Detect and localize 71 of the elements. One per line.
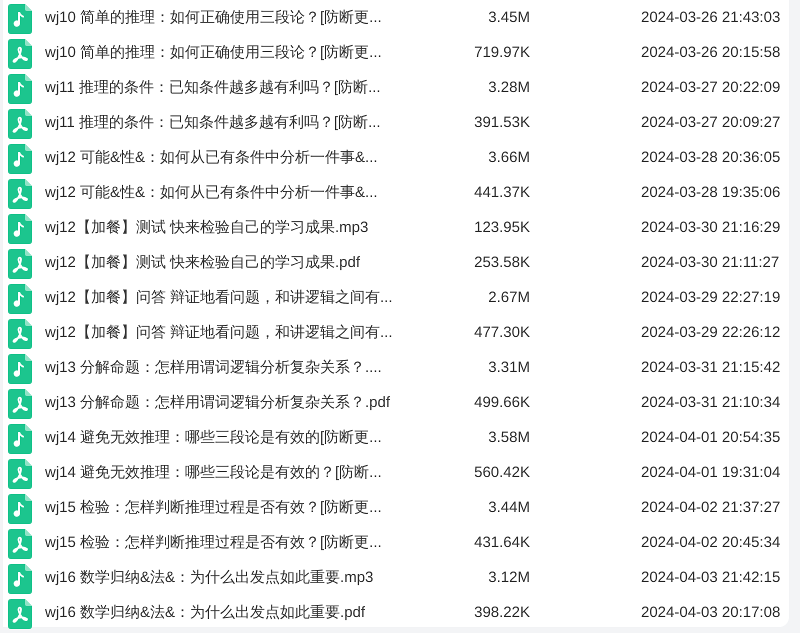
file-name[interactable]: wj11 推理的条件：已知条件越多越有利吗？[防断... (45, 79, 381, 96)
modified-date: 2024-03-29 22:27:19 (641, 288, 780, 308)
modified-date: 2024-04-01 20:54:35 (641, 428, 780, 448)
file-name[interactable]: wj13 分解命题：怎样用谓词逻辑分析复杂关系？.pdf (45, 394, 390, 412)
file-size: 398.22K (474, 604, 530, 622)
pdf-file-icon (8, 248, 32, 278)
file-name[interactable]: wj12 可能&性&：如何从已有条件中分析一件事&... (45, 149, 378, 166)
file-name[interactable]: wj16 数学归纳&法&：为什么出发点如此重要.mp3 (45, 569, 374, 586)
modified-date: 2024-03-26 21:43:03 (641, 8, 780, 28)
file-name[interactable]: wj10 简单的推理：如何正确使用三段论？[防断更... (45, 44, 382, 62)
file-name[interactable]: wj12【加餐】测试 快来检验自己的学习成果.mp3 (45, 219, 368, 236)
audio-file-icon (8, 74, 32, 104)
pdf-file-icon (8, 178, 32, 208)
modified-date: 2024-03-27 20:09:27 (641, 113, 780, 134)
modified-date: 2024-03-30 21:16:29 (641, 218, 780, 238)
pdf-file-icon (8, 318, 32, 348)
pdf-file-icon (8, 108, 32, 138)
file-size: 3.45M (488, 9, 530, 26)
file-name[interactable]: wj12 可能&性&：如何从已有条件中分析一件事&... (45, 184, 378, 202)
pdf-file-icon (8, 388, 32, 418)
file-size: 441.37K (474, 184, 530, 202)
file-size: 3.58M (488, 429, 530, 446)
modified-date: 2024-03-31 21:15:42 (641, 358, 780, 378)
audio-file-icon (8, 564, 32, 594)
file-size: 3.66M (488, 149, 530, 166)
file-name[interactable]: wj16 数学归纳&法&：为什么出发点如此重要.pdf (45, 604, 366, 622)
audio-file-icon (8, 284, 32, 314)
audio-file-icon (8, 144, 32, 174)
file-name[interactable]: wj15 检验：怎样判断推理过程是否有效？[防断更... (45, 499, 382, 516)
file-size: 3.31M (488, 359, 530, 376)
file-name[interactable]: wj14 避免无效推理：哪些三段论是有效的？[防断... (45, 464, 382, 482)
modified-date: 2024-03-30 21:11:27 (641, 253, 780, 274)
modified-date: 2024-04-02 21:37:27 (641, 498, 780, 518)
audio-file-icon (8, 354, 32, 384)
file-size: 123.95K (474, 219, 530, 236)
file-name[interactable]: wj15 检验：怎样判断推理过程是否有效？[防断更... (45, 534, 382, 552)
modified-date: 2024-03-31 21:10:34 (641, 393, 780, 414)
audio-file-icon (8, 424, 32, 454)
file-size: 391.53K (474, 114, 530, 132)
file-name[interactable]: wj13 分解命题：怎样用谓词逻辑分析复杂关系？.... (45, 359, 382, 376)
file-name[interactable]: wj12【加餐】问答 辩证地看问题，和讲逻辑之间有... (45, 289, 393, 306)
modified-date: 2024-03-29 22:26:12 (641, 323, 780, 344)
file-size: 3.12M (488, 569, 530, 586)
file-size: 719.97K (474, 44, 530, 62)
file-size: 499.66K (474, 394, 530, 412)
file-name[interactable]: wj11 推理的条件：已知条件越多越有利吗？[防断... (45, 114, 381, 132)
file-name[interactable]: wj12【加餐】问答 辩证地看问题，和讲逻辑之间有... (45, 324, 393, 342)
file-size: 2.67M (488, 289, 530, 306)
file-name[interactable]: wj14 避免无效推理：哪些三段论是有效的[防断更... (45, 429, 382, 446)
audio-file-icon (8, 214, 32, 244)
modified-date: 2024-04-01 19:31:04 (641, 463, 780, 484)
modified-date: 2024-03-28 20:36:05 (641, 148, 780, 168)
audio-file-icon (8, 4, 32, 34)
modified-date: 2024-04-03 21:42:15 (641, 568, 780, 588)
file-size: 253.58K (474, 254, 530, 272)
file-name[interactable]: wj10 简单的推理：如何正确使用三段论？[防断更... (45, 9, 382, 26)
file-size: 431.64K (474, 534, 530, 552)
audio-file-icon (8, 494, 32, 524)
file-size: 477.30K (474, 324, 530, 342)
file-size: 560.42K (474, 464, 530, 482)
modified-date: 2024-03-28 19:35:06 (641, 183, 780, 204)
file-name[interactable]: wj12【加餐】测试 快来检验自己的学习成果.pdf (45, 254, 360, 272)
pdf-file-icon (8, 38, 32, 68)
modified-date: 2024-03-26 20:15:58 (641, 43, 780, 64)
file-size: 3.28M (488, 79, 530, 96)
pdf-file-icon (8, 528, 32, 558)
modified-date: 2024-04-02 20:45:34 (641, 533, 780, 554)
file-size: 3.44M (488, 499, 530, 516)
modified-date: 2024-03-27 20:22:09 (641, 78, 780, 98)
pdf-file-icon (8, 458, 32, 488)
modified-date: 2024-04-03 20:17:08 (641, 603, 780, 624)
